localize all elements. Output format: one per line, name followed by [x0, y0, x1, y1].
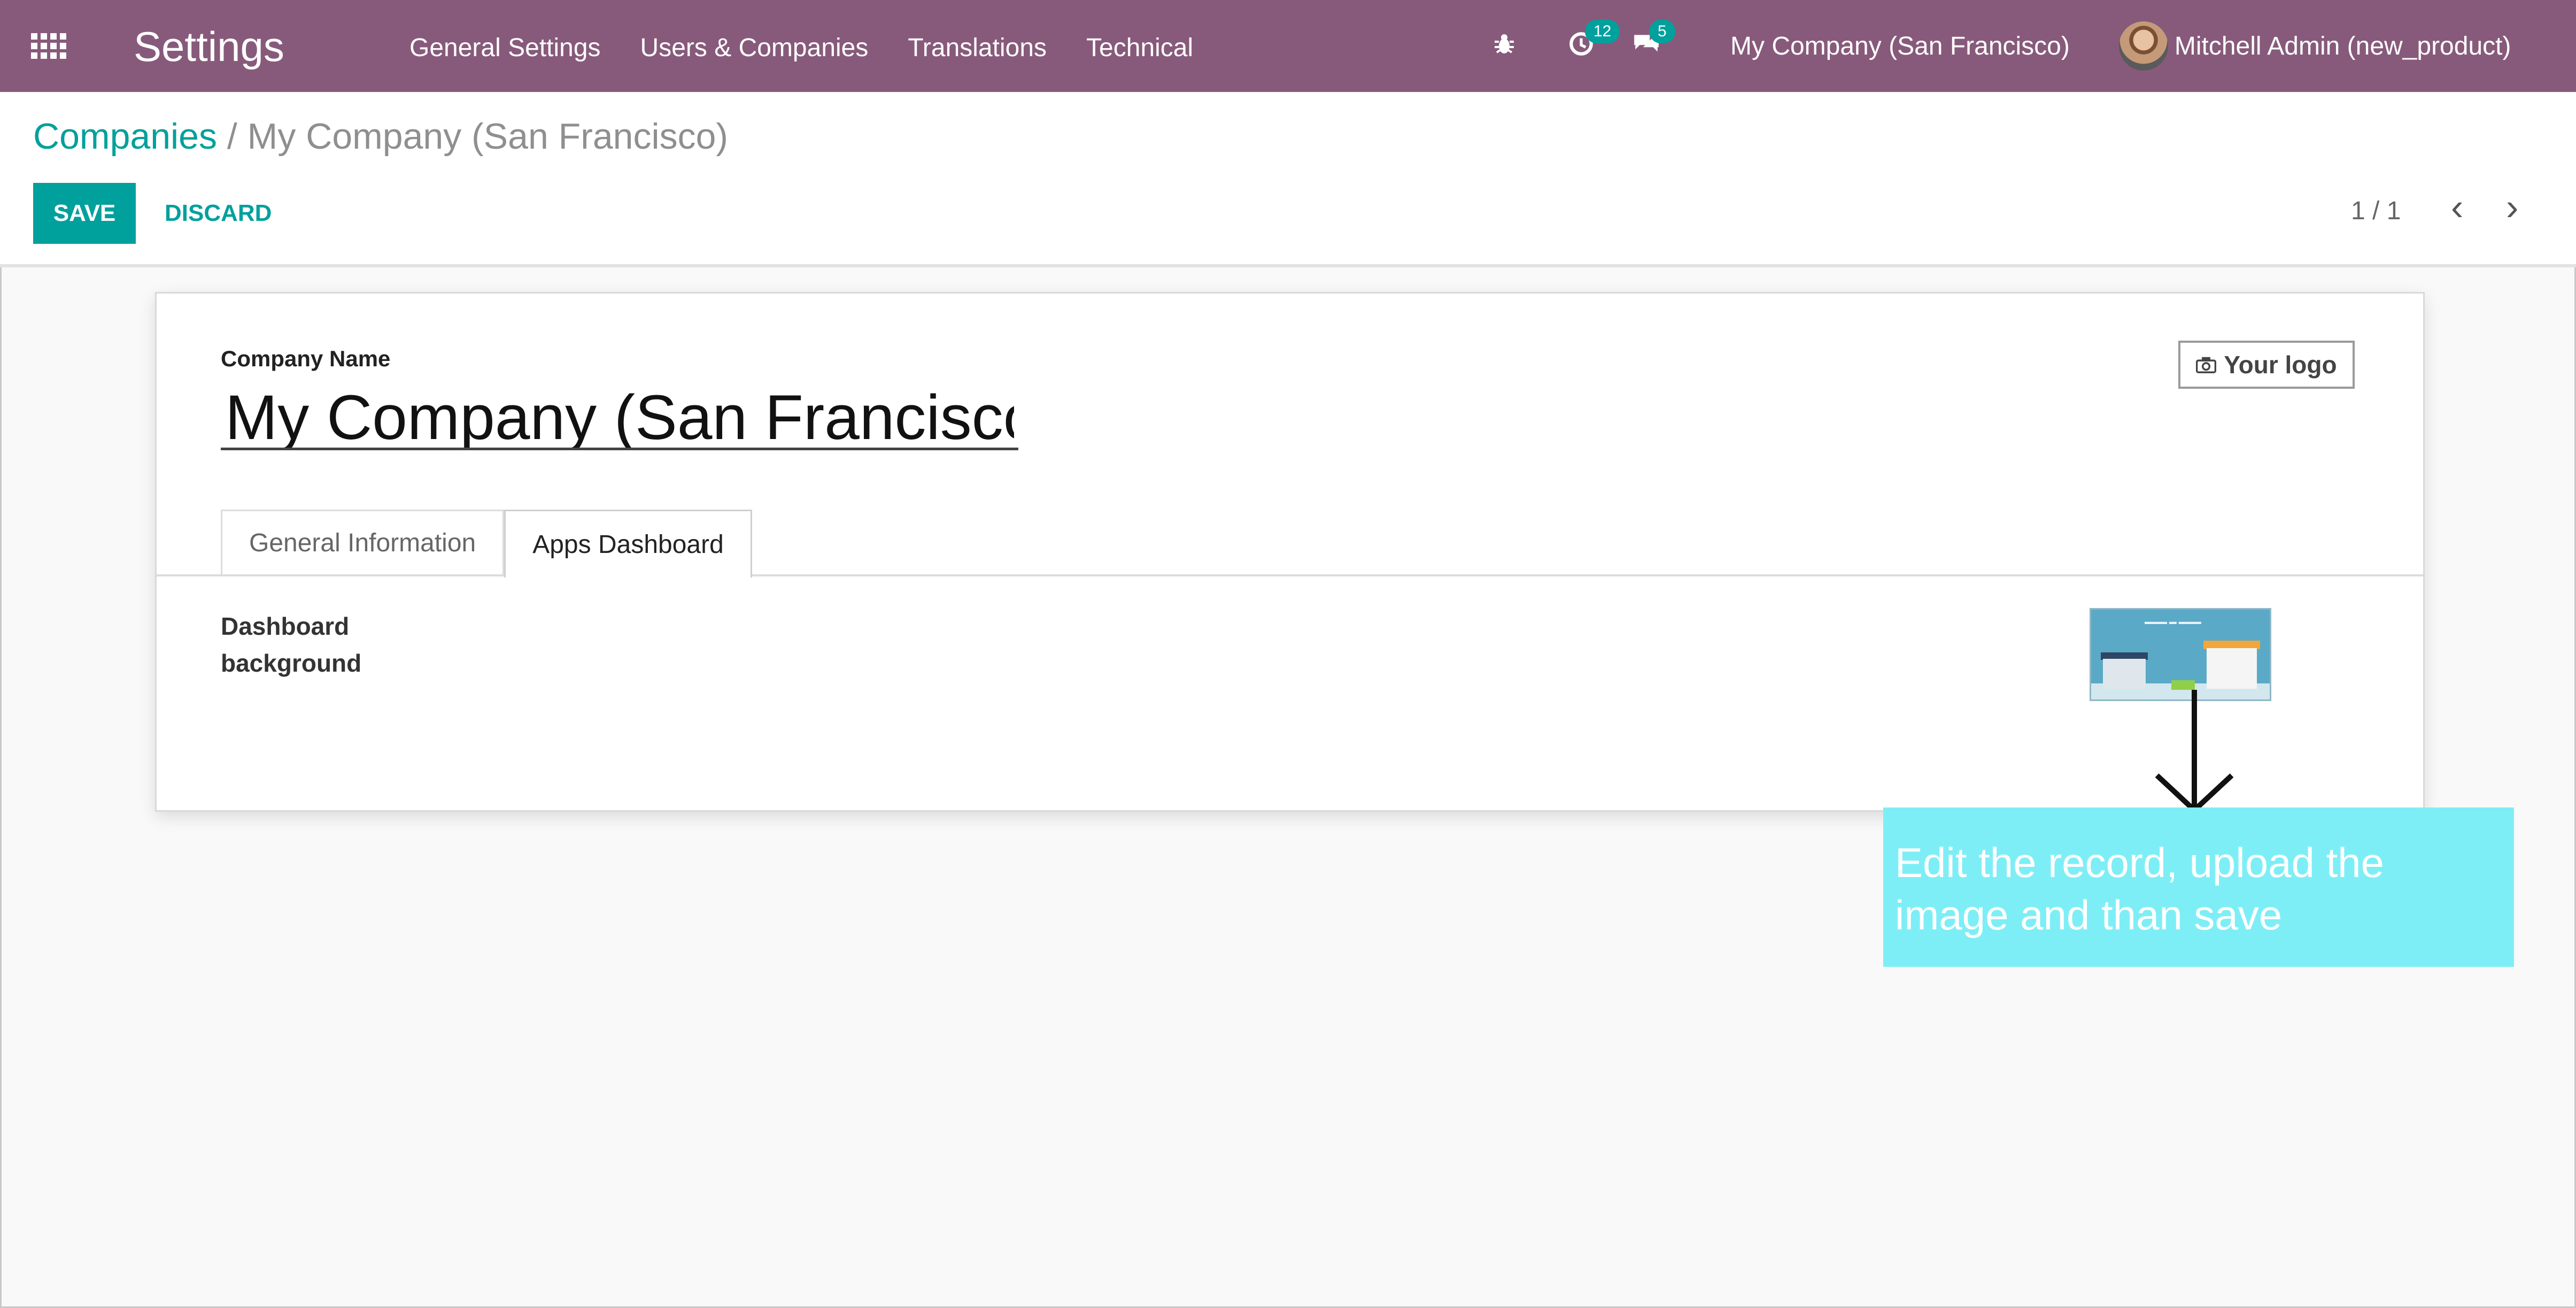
breadcrumb-current: My Company (San Francisco)	[247, 116, 729, 157]
app-title[interactable]: Settings	[134, 22, 284, 71]
systray: 12 5 My Company (San Francisco) Mitchell…	[1491, 19, 2511, 71]
activity-clock-icon[interactable]: 12	[1568, 19, 1620, 62]
upload-logo-button[interactable]: Your logo	[2178, 341, 2355, 389]
menu-technical[interactable]: Technical	[1086, 33, 1193, 63]
breadcrumb-companies-link[interactable]: Companies	[33, 116, 217, 157]
chevron-right-icon[interactable]: ›	[2506, 188, 2518, 226]
main-menu: General Settings Users & Companies Trans…	[409, 33, 1193, 63]
activity-count-badge: 12	[1585, 19, 1620, 43]
pager-counter[interactable]: 1 / 1	[2351, 196, 2401, 226]
menu-translations[interactable]: Translations	[908, 33, 1047, 63]
user-menu[interactable]: Mitchell Admin (new_product)	[2175, 32, 2511, 61]
messages-count-badge: 5	[1649, 19, 1675, 43]
company-name-label: Company Name	[221, 346, 391, 371]
form-sheet: Company Name Your logo General Informati…	[155, 292, 2425, 812]
annotation-callout: Edit the record, upload the image and th…	[1883, 807, 2514, 967]
control-panel: Companies / My Company (San Francisco) S…	[0, 92, 2576, 267]
debug-bug-icon[interactable]	[1491, 31, 1517, 61]
dashboard-background-label: Dashboard background	[221, 612, 362, 677]
camera-icon	[2196, 350, 2217, 379]
tab-general-information[interactable]: General Information	[221, 510, 505, 574]
dashboard-background-image[interactable]: ▬▬▬ ▬ ▬▬▬	[2090, 608, 2271, 701]
company-switcher[interactable]: My Company (San Francisco)	[1730, 32, 2070, 61]
menu-users-companies[interactable]: Users & Companies	[640, 33, 869, 63]
form-tabs: General Information Apps Dashboard	[221, 510, 752, 578]
user-avatar[interactable]	[2118, 21, 2168, 71]
annotation-arrow-icon	[2155, 690, 2234, 814]
breadcrumb: Companies / My Company (San Francisco)	[33, 116, 728, 157]
top-navbar: Settings General Settings Users & Compan…	[0, 0, 2576, 92]
tab-apps-dashboard[interactable]: Apps Dashboard	[504, 510, 752, 578]
save-button[interactable]: SAVE	[33, 183, 136, 244]
apps-menu-icon[interactable]	[31, 33, 66, 59]
company-name-input[interactable]	[221, 388, 1018, 450]
messages-chat-icon[interactable]: 5	[1632, 19, 1675, 62]
thumb-decoration: ▬▬▬ ▬ ▬▬▬	[2145, 617, 2201, 626]
menu-general-settings[interactable]: General Settings	[409, 33, 601, 63]
breadcrumb-separator: /	[227, 116, 237, 157]
chevron-left-icon[interactable]: ‹	[2451, 188, 2463, 226]
upload-logo-label: Your logo	[2224, 351, 2337, 379]
discard-button[interactable]: DISCARD	[150, 183, 287, 244]
